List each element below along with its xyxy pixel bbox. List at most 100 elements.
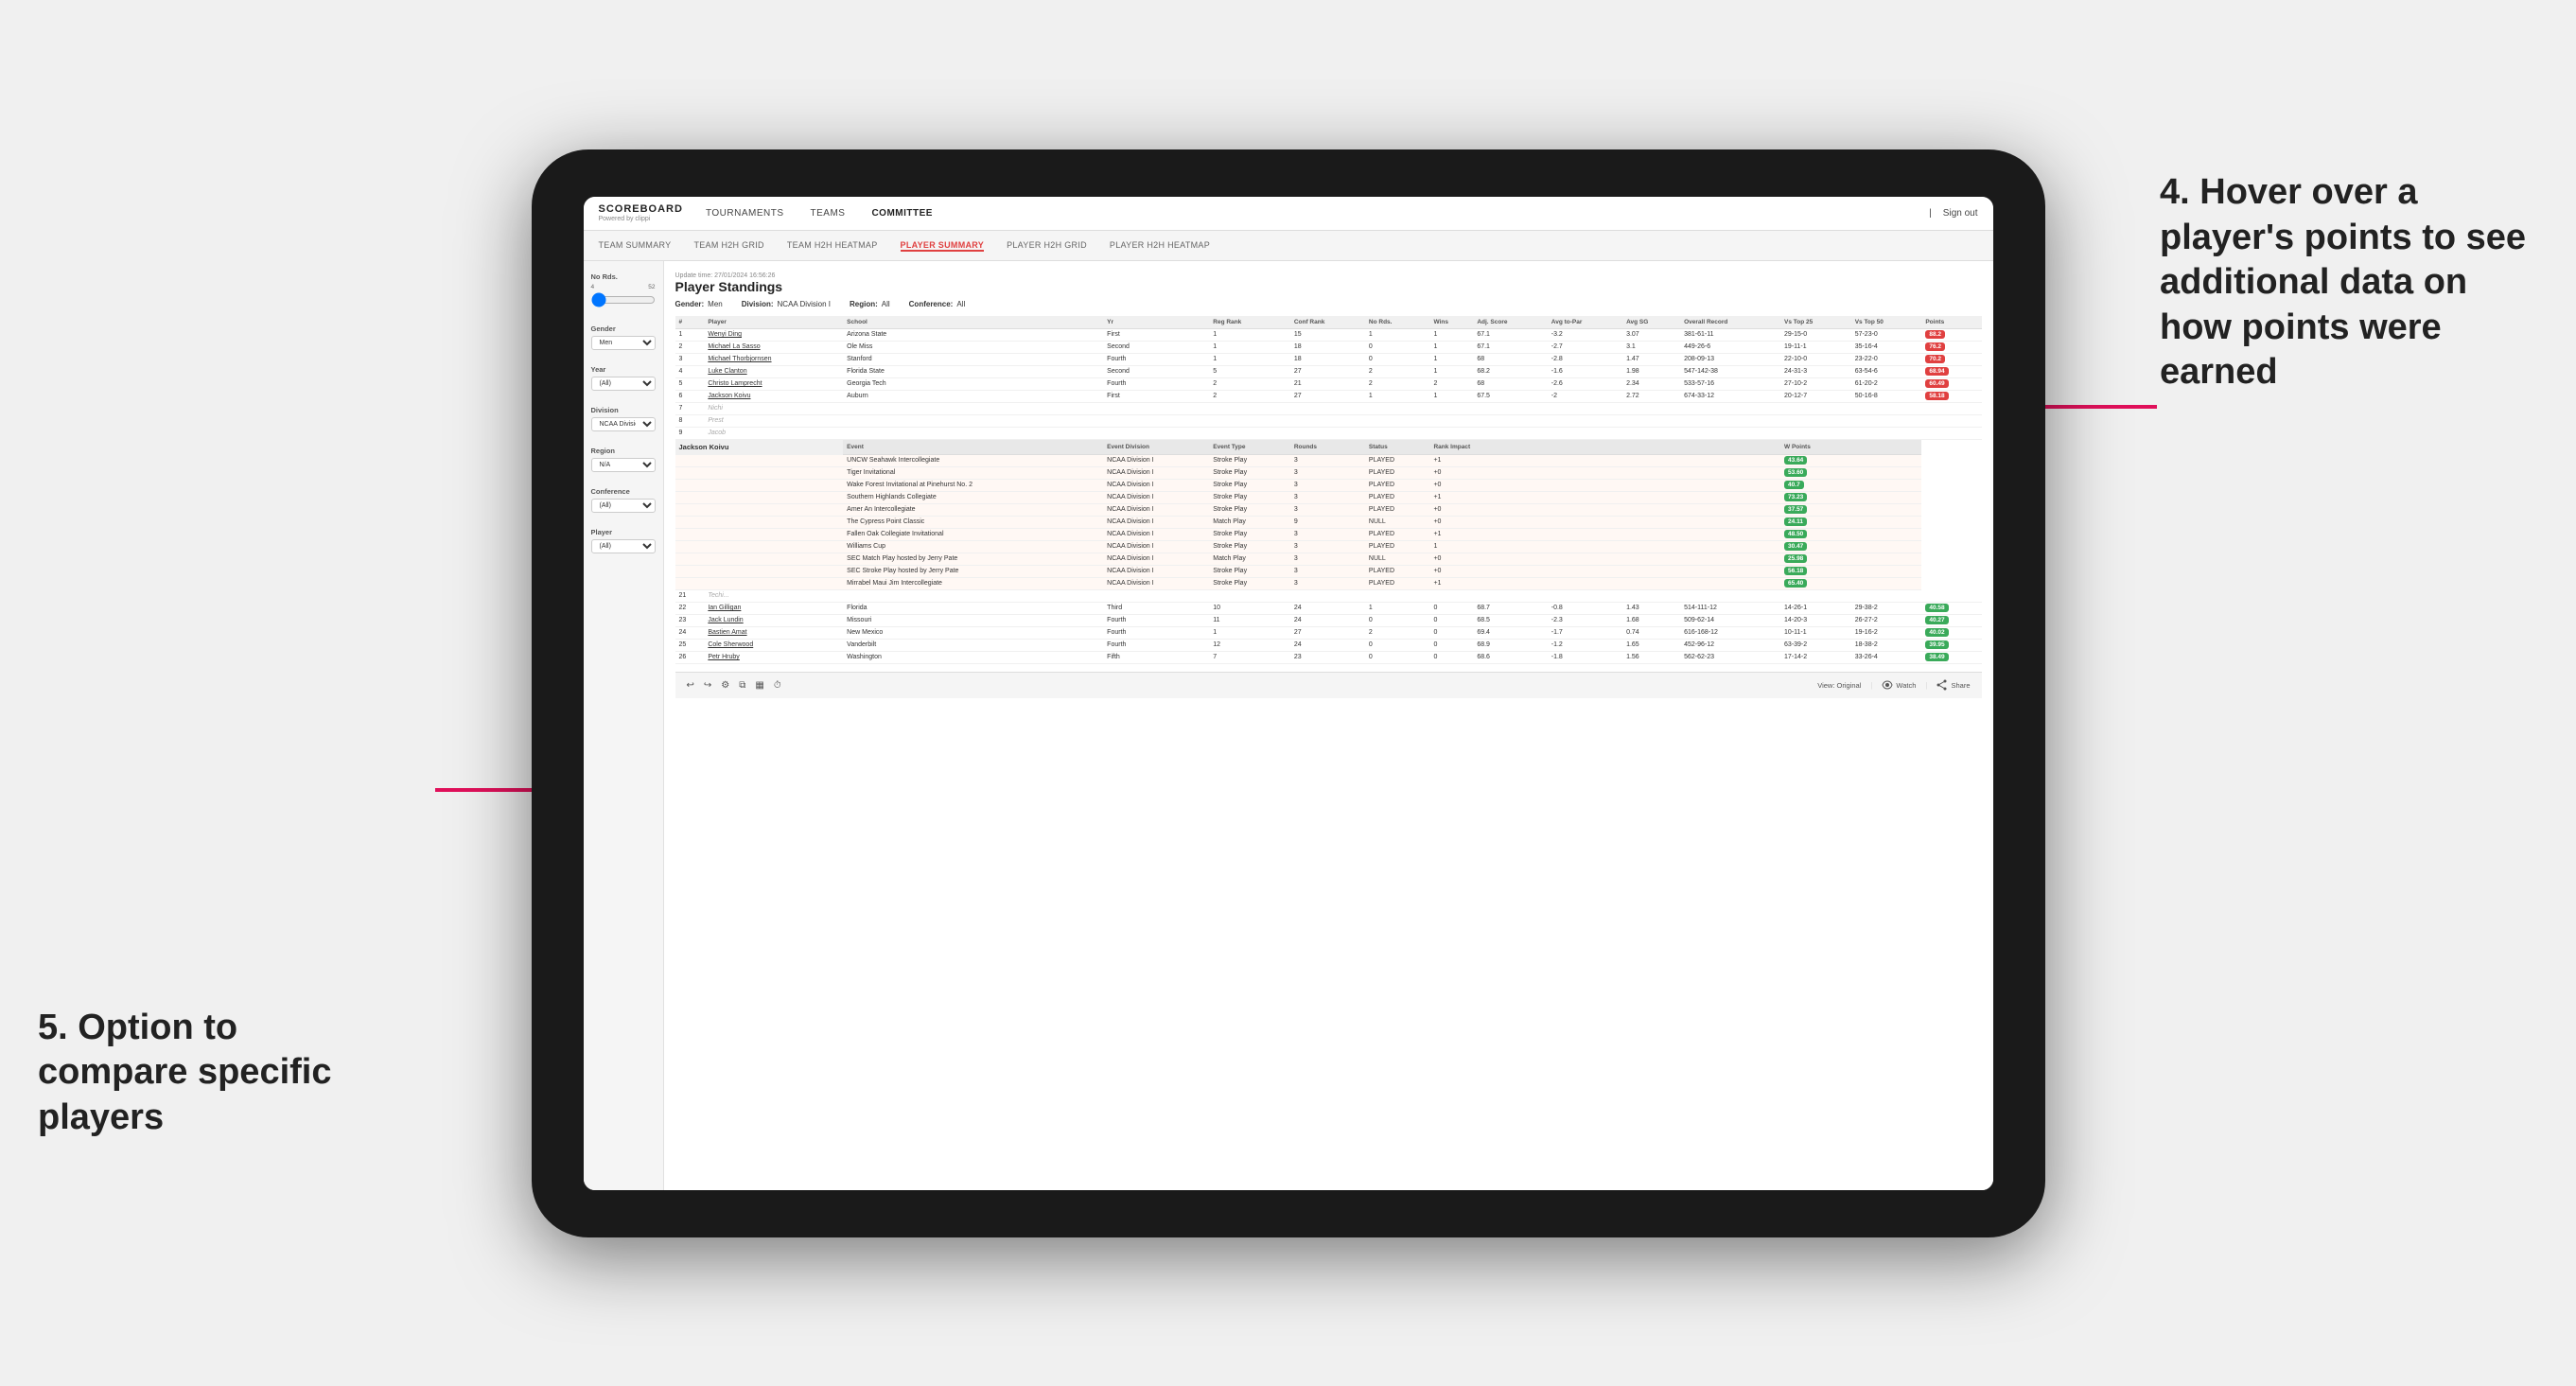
cell-v25: 27-10-2	[1780, 377, 1851, 390]
cell-v25: 29-15-0	[1780, 328, 1851, 341]
col-player: Player	[704, 316, 843, 329]
filter-conference-display: Conference: All	[909, 300, 966, 308]
cell-par: -2.7	[1548, 341, 1622, 353]
cell-pts[interactable]: 60.49	[1921, 377, 1981, 390]
event-w-points: 24.11	[1780, 516, 1921, 528]
cell-sg: 1.47	[1622, 353, 1680, 365]
cell-v50: 57-23-0	[1851, 328, 1922, 341]
nav-tournaments[interactable]: TOURNAMENTS	[706, 206, 784, 220]
division-select[interactable]: NCAA Division I	[591, 417, 656, 431]
logo-sub: Powered by clippi	[599, 216, 683, 222]
event-row: SEC Stroke Play hosted by Jerry Pate NCA…	[675, 565, 1982, 577]
subnav-player-h2h-grid[interactable]: PLAYER H2H GRID	[1007, 238, 1087, 252]
cell-yr: Second	[1103, 341, 1209, 353]
nav-committee[interactable]: COMMITTEE	[871, 206, 933, 220]
cell-pts[interactable]: 40.02	[1921, 626, 1981, 639]
table-row: 4 Luke Clanton Florida State Second 5 27…	[675, 365, 1982, 377]
cell-rr: 1	[1209, 341, 1290, 353]
subnav-player-summary[interactable]: PLAYER SUMMARY	[901, 238, 985, 252]
no-rds-slider[interactable]	[591, 292, 656, 307]
panel-title: Player Standings	[675, 279, 1982, 294]
copy-btn[interactable]: ⧉	[739, 680, 745, 691]
event-name: Amer An Intercollegiate	[843, 503, 1103, 516]
conference-select[interactable]: (All)	[591, 499, 656, 513]
table-row: 22 Ian Gilligan Florida Third 10 24 1 0 …	[675, 602, 1982, 614]
cell-par: -2	[1548, 390, 1622, 402]
subnav-team-h2h-heatmap[interactable]: TEAM H2H HEATMAP	[787, 238, 878, 252]
cell-adj: 67.1	[1473, 341, 1547, 353]
cell-pts[interactable]: 88.2	[1921, 328, 1981, 341]
cell-par: -1.6	[1548, 365, 1622, 377]
filter-region-display: Region: All	[850, 300, 890, 308]
filter-division-display: Division: NCAA Division I	[742, 300, 831, 308]
table-header-row: # Player School Yr Reg Rank Conf Rank No…	[675, 316, 1982, 329]
cell-player: Petr Hruby	[704, 651, 843, 663]
cell-cr: 24	[1290, 602, 1365, 614]
table-row: 1 Wenyi Ding Arizona State First 1 15 1 …	[675, 328, 1982, 341]
cell-rr: 10	[1209, 602, 1290, 614]
cell-adj: 68.5	[1473, 614, 1547, 626]
event-w-points: 43.64	[1780, 454, 1921, 466]
table-row-collapsed: 9Jacob	[675, 427, 1982, 439]
event-type: Stroke Play	[1209, 466, 1290, 479]
event-division: NCAA Division I	[1103, 454, 1209, 466]
cell-w: 1	[1429, 390, 1473, 402]
cell-nr: 0	[1365, 614, 1430, 626]
sign-out-link[interactable]: Sign out	[1943, 208, 1978, 219]
cell-pts[interactable]: 68.94	[1921, 365, 1981, 377]
timer-btn[interactable]: ⏱	[774, 680, 781, 691]
event-type: Stroke Play	[1209, 491, 1290, 503]
cell-sg: 3.07	[1622, 328, 1680, 341]
redo-btn[interactable]: ↪	[704, 680, 711, 691]
cell-pts[interactable]: 40.27	[1921, 614, 1981, 626]
settings-btn[interactable]: ⚙	[721, 680, 729, 691]
event-row: Fallen Oak Collegiate Invitational NCAA …	[675, 528, 1982, 540]
table-row-collapsed: 8Prest	[675, 414, 1982, 427]
region-select[interactable]: N/A	[591, 458, 656, 472]
cell-ov: 509-62-14	[1680, 614, 1780, 626]
cell-cr: 27	[1290, 390, 1365, 402]
cell-ov: 616-168-12	[1680, 626, 1780, 639]
watch-btn[interactable]: Watch	[1882, 679, 1916, 691]
cell-cr: 21	[1290, 377, 1365, 390]
layout-btn[interactable]: ▦	[755, 680, 763, 691]
filter-row: Gender: Men Division: NCAA Division I Re…	[675, 300, 1982, 308]
cell-sg: 3.1	[1622, 341, 1680, 353]
cell-pts[interactable]: 70.2	[1921, 353, 1981, 365]
standings-panel: Update time: 27/01/2024 16:56:26 Player …	[664, 261, 1993, 1190]
cell-school: Florida State	[843, 365, 1103, 377]
cell-pts[interactable]: 40.58	[1921, 602, 1981, 614]
annotation-right: 4. Hover over a player's points to see a…	[2160, 170, 2538, 395]
cell-player: Ian Gilligan	[704, 602, 843, 614]
event-rank-impact: +0	[1429, 565, 1780, 577]
nav-teams[interactable]: TEAMS	[811, 206, 846, 220]
col-vs50: Vs Top 50	[1851, 316, 1922, 329]
view-original-btn[interactable]: View: Original	[1817, 681, 1861, 690]
col-rank: #	[675, 316, 705, 329]
player-select[interactable]: (All)	[591, 539, 656, 553]
year-select[interactable]: (All)	[591, 377, 656, 391]
cell-rr: 1	[1209, 626, 1290, 639]
share-btn[interactable]: Share	[1936, 679, 1970, 691]
cell-pts[interactable]: 39.95	[1921, 639, 1981, 651]
cell-w: 1	[1429, 341, 1473, 353]
cell-pts[interactable]: 76.2	[1921, 341, 1981, 353]
cell-v25: 17-14-2	[1780, 651, 1851, 663]
event-row: SEC Match Play hosted by Jerry Pate NCAA…	[675, 553, 1982, 565]
event-rounds: 3	[1290, 466, 1365, 479]
subnav-team-h2h-grid[interactable]: TEAM H2H GRID	[693, 238, 763, 252]
cell-v25: 22-10-0	[1780, 353, 1851, 365]
col-points: Points	[1921, 316, 1981, 329]
cell-par: -2.6	[1548, 377, 1622, 390]
nav-right: | Sign out	[1929, 208, 1977, 219]
subnav-player-h2h-heatmap[interactable]: PLAYER H2H HEATMAP	[1110, 238, 1210, 252]
cell-pts[interactable]: 38.49	[1921, 651, 1981, 663]
undo-btn[interactable]: ↩	[687, 680, 694, 691]
gender-select[interactable]: Men	[591, 336, 656, 350]
event-name: Fallen Oak Collegiate Invitational	[843, 528, 1103, 540]
event-rank-impact: +1	[1429, 528, 1780, 540]
col-adj-score: Adj. Score	[1473, 316, 1547, 329]
cell-pts[interactable]: 58.18	[1921, 390, 1981, 402]
eh-status: Status	[1365, 439, 1430, 454]
subnav-team-summary[interactable]: TEAM SUMMARY	[599, 238, 672, 252]
